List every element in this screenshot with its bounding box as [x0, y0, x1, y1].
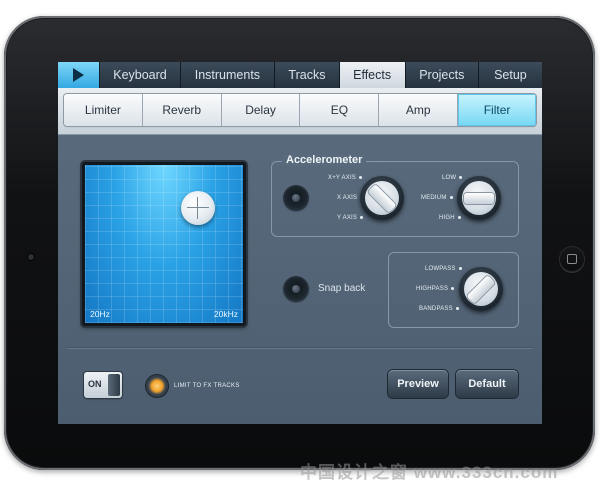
limit-to-fx-tracks-button[interactable] — [146, 375, 168, 397]
section-divider — [68, 347, 532, 348]
filter-type-knob-cap — [464, 272, 498, 306]
axis-knob-grip — [367, 183, 397, 213]
accelerometer-panel: Accelerometer X+Y AXIS X AXIS Y AXIS LOW… — [271, 154, 519, 237]
snap-back-label: Snap back — [318, 283, 366, 294]
on-toggle-label: ON — [88, 379, 102, 389]
level-knob-cap — [462, 181, 496, 215]
tab-instruments[interactable]: Instruments — [180, 62, 276, 88]
filter-type-knob-grip — [466, 274, 496, 304]
effect-limiter-button[interactable]: Limiter — [64, 94, 143, 126]
app-screen: Keyboard Instruments Tracks Effects Proj… — [58, 62, 542, 424]
default-button[interactable]: Default — [456, 370, 518, 398]
camera-icon — [28, 254, 34, 260]
xy-pad-max-label: 20kHz — [213, 309, 238, 319]
effect-amp-button[interactable]: Amp — [379, 94, 459, 126]
main-tab-bar: Keyboard Instruments Tracks Effects Proj… — [58, 62, 542, 88]
effect-reverb-button[interactable]: Reverb — [142, 94, 222, 126]
axis-knob-cap — [365, 181, 399, 215]
tab-projects[interactable]: Projects — [405, 62, 479, 88]
level-option-low: LOW — [442, 175, 463, 181]
level-knob[interactable] — [457, 176, 501, 220]
xy-pad[interactable]: 20Hz 20kHz — [85, 165, 243, 323]
limit-to-fx-tracks-label: LIMIT TO FX TRACKS — [174, 383, 240, 389]
filter-option-highpass: HIGHPASS — [416, 286, 455, 292]
snap-back-switch[interactable] — [284, 277, 308, 301]
play-icon — [73, 68, 85, 82]
effect-segmented-control: Limiter Reverb Delay EQ Amp Filter — [64, 94, 536, 126]
preview-button[interactable]: Preview — [388, 370, 448, 398]
effect-eq-button[interactable]: EQ — [300, 94, 380, 126]
xy-pad-min-label: 20Hz — [90, 309, 110, 319]
on-toggle[interactable]: ON — [84, 372, 122, 398]
filter-type-knob[interactable] — [459, 267, 503, 311]
axis-knob[interactable] — [360, 176, 404, 220]
tab-effects[interactable]: Effects — [339, 62, 406, 88]
level-option-high: HIGH — [439, 215, 461, 221]
on-toggle-handle — [108, 374, 120, 396]
accelerometer-switch[interactable] — [284, 186, 308, 210]
tab-tracks[interactable]: Tracks — [275, 62, 340, 88]
axis-option-xy: X+Y AXIS — [328, 175, 363, 181]
effect-selector-bar: Limiter Reverb Delay EQ Amp Filter — [58, 88, 542, 135]
xy-pad-frame: 20Hz 20kHz — [82, 162, 246, 326]
xy-pad-handle[interactable] — [181, 191, 215, 225]
effect-filter-button[interactable]: Filter — [458, 94, 536, 126]
play-button[interactable] — [58, 62, 101, 88]
filter-option-lowpass: LOWPASS — [425, 266, 462, 272]
effect-delay-button[interactable]: Delay — [221, 94, 301, 126]
filter-option-bandpass: BANDPASS — [419, 306, 459, 312]
level-knob-grip — [464, 192, 494, 204]
accelerometer-title: Accelerometer — [282, 154, 367, 166]
tab-keyboard[interactable]: Keyboard — [100, 62, 181, 88]
home-button[interactable] — [559, 246, 585, 272]
filter-type-panel: LOWPASS HIGHPASS BANDPASS — [388, 252, 519, 328]
watermark: 中国设计之窗 www.333cn.com — [300, 463, 559, 482]
axis-option-y: Y AXIS — [337, 215, 364, 221]
level-option-medium: MEDIUM — [421, 195, 453, 201]
tab-setup[interactable]: Setup — [478, 62, 542, 88]
